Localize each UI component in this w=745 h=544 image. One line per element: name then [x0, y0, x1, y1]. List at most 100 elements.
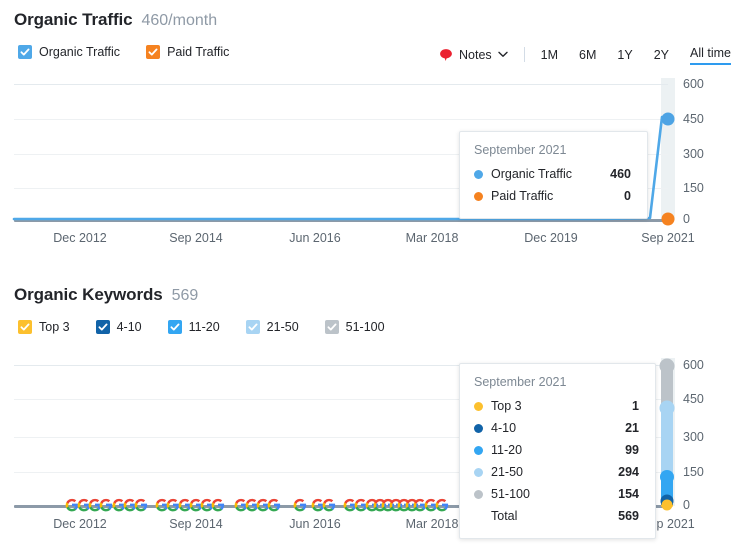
tooltip-row-paid-traffic: Paid Traffic 0 — [474, 185, 631, 207]
keywords-dot-51-100 — [659, 358, 675, 374]
x-tick-sep-2014: Sep 2014 — [169, 231, 223, 245]
checkbox-top-3-box[interactable] — [18, 320, 32, 334]
tooltip-dot-paid-traffic — [474, 191, 483, 201]
page-title: Organic Traffic — [14, 10, 133, 29]
google-update-icon[interactable] — [99, 498, 113, 512]
keywords-tooltip-value-top-3: 1 — [632, 399, 639, 413]
range-2y[interactable]: 2Y — [654, 46, 669, 64]
keywords-tooltip-label-11-20: 11-20 — [491, 443, 523, 457]
checkbox-top-3-label: Top 3 — [39, 320, 70, 334]
checkbox-top-3[interactable]: Top 3 — [18, 320, 70, 334]
tooltip-label-paid-traffic: Paid Traffic — [491, 189, 554, 203]
keywords-tooltip-value-51-100: 154 — [618, 487, 639, 501]
organic-keywords-tooltip: September 2021 Top 3 1 4-10 21 11-20 99 … — [459, 363, 656, 539]
keywords-tooltip-value-4-10: 21 — [625, 421, 639, 435]
controls-divider — [523, 47, 525, 62]
google-update-icon[interactable] — [267, 498, 281, 512]
keywords-tooltip-row-51-100: 51-100 154 — [474, 483, 639, 505]
keywords-tooltip-label-4-10: 4-10 — [491, 421, 517, 435]
tooltip-row-organic-traffic: Organic Traffic 460 — [474, 163, 631, 185]
google-update-icon[interactable] — [211, 498, 225, 512]
note-pin-icon — [440, 48, 452, 61]
tooltip-label-organic-traffic: Organic Traffic — [491, 167, 573, 181]
x-tick-dec-2012: Dec 2012 — [53, 231, 107, 245]
organic-keywords-value: 569 — [171, 287, 199, 304]
organic-traffic-value: 460/month — [141, 12, 218, 29]
checkbox-paid-traffic-box[interactable] — [146, 45, 161, 59]
tooltip-value-organic-traffic: 460 — [610, 167, 631, 181]
keywords-tooltip-label-total: Total — [491, 509, 518, 523]
paid-traffic-hover-dot — [661, 212, 675, 226]
chevron-down-icon — [497, 51, 508, 57]
x-tick-mar-2018: Mar 2018 — [405, 231, 459, 245]
keywords-tooltip-label-top-3: Top 3 — [491, 399, 522, 413]
keywords-tooltip-dot-11-20 — [474, 445, 483, 455]
keywords-tooltip-row-21-50: 21-50 294 — [474, 461, 639, 483]
checkbox-21-50-box[interactable] — [245, 320, 260, 334]
keywords-tooltip-row-4-10: 4-10 21 — [474, 417, 639, 439]
organic-keywords-title: Organic Keywords — [14, 285, 163, 304]
organic-traffic-legend: Organic Traffic Paid Traffic — [18, 45, 229, 59]
keywords-tooltip-dot-top-3 — [474, 401, 483, 411]
checkbox-paid-traffic[interactable]: Paid Traffic — [146, 45, 229, 59]
keywords-y-tick-150: 150 — [683, 465, 704, 479]
checkbox-organic-traffic-label: Organic Traffic — [39, 45, 121, 59]
keywords-tooltip-dot-21-50 — [474, 467, 483, 477]
checkbox-51-100-box[interactable] — [324, 320, 339, 334]
checkbox-21-50-label: 21-50 — [266, 320, 299, 334]
google-update-icon[interactable] — [435, 498, 449, 512]
keywords-tooltip-label-51-100: 51-100 — [491, 487, 530, 501]
google-update-icon[interactable] — [322, 498, 336, 512]
tooltip-dot-organic-traffic — [474, 169, 483, 179]
keywords-x-tick-sep-2014: Sep 2014 — [169, 517, 223, 531]
keywords-tooltip-date: September 2021 — [474, 375, 567, 389]
google-update-icon[interactable] — [293, 498, 307, 512]
checkbox-4-10-label: 4-10 — [116, 320, 142, 334]
keywords-tooltip-dot-51-100 — [474, 489, 483, 499]
keywords-tooltip-label-21-50: 21-50 — [491, 465, 523, 479]
checkbox-21-50[interactable]: 21-50 — [245, 320, 299, 334]
tooltip-value-paid-traffic: 0 — [624, 189, 631, 203]
checkbox-11-20[interactable]: 11-20 — [167, 320, 220, 334]
range-all-time[interactable]: All time — [690, 44, 731, 65]
tooltip-date: September 2021 — [474, 143, 567, 157]
range-1y[interactable]: 1Y — [617, 46, 632, 64]
range-6m[interactable]: 6M — [579, 46, 596, 64]
organic-keywords-legend: Top 3 4-10 11-20 21-50 51-100 — [18, 320, 385, 334]
y-tick-450: 450 — [683, 112, 704, 126]
checkbox-11-20-label: 11-20 — [188, 320, 220, 334]
organic-traffic-heading: Organic Traffic 460/month — [14, 10, 217, 30]
keywords-dot-11-20 — [660, 470, 674, 484]
keywords-dot-21-50 — [659, 400, 675, 416]
checkbox-organic-traffic-box[interactable] — [18, 45, 32, 59]
checkbox-11-20-box[interactable] — [167, 320, 182, 334]
y-tick-300: 300 — [683, 147, 704, 161]
checkbox-51-100-label: 51-100 — [345, 320, 385, 334]
keywords-x-tick-dec-2012: Dec 2012 — [53, 517, 107, 531]
keywords-y-tick-450: 450 — [683, 392, 704, 406]
chart-controls: Notes 1M 6M 1Y 2Y All time — [439, 44, 731, 65]
checkbox-51-100[interactable]: 51-100 — [324, 320, 385, 334]
y-tick-0: 0 — [683, 212, 690, 226]
y-tick-150: 150 — [683, 181, 704, 195]
notes-label: Notes — [459, 47, 492, 62]
range-1m[interactable]: 1M — [541, 46, 558, 64]
keywords-tooltip-value-21-50: 294 — [618, 465, 639, 479]
checkbox-organic-traffic[interactable]: Organic Traffic — [18, 45, 120, 59]
organic-traffic-hover-dot — [661, 112, 675, 126]
checkbox-4-10[interactable]: 4-10 — [95, 320, 142, 334]
keywords-tooltip-row-total: Total 569 — [474, 505, 639, 527]
keywords-y-tick-300: 300 — [683, 430, 704, 444]
keywords-tooltip-dot-4-10 — [474, 423, 483, 433]
keywords-x-tick-jun-2016: Jun 2016 — [289, 517, 341, 531]
notes-dropdown[interactable]: Notes — [439, 48, 508, 62]
keywords-y-tick-600: 600 — [683, 358, 704, 372]
checkbox-4-10-box[interactable] — [95, 320, 110, 334]
x-tick-jun-2016: Jun 2016 — [289, 231, 341, 245]
organic-keywords-heading: Organic Keywords 569 — [14, 285, 198, 305]
keywords-tooltip-row-top-3: Top 3 1 — [474, 395, 639, 417]
x-tick-dec-2019: Dec 2019 — [524, 231, 578, 245]
keywords-tooltip-value-total: 569 — [618, 509, 639, 523]
checkbox-paid-traffic-label: Paid Traffic — [167, 45, 230, 59]
google-update-icon[interactable] — [134, 498, 148, 512]
